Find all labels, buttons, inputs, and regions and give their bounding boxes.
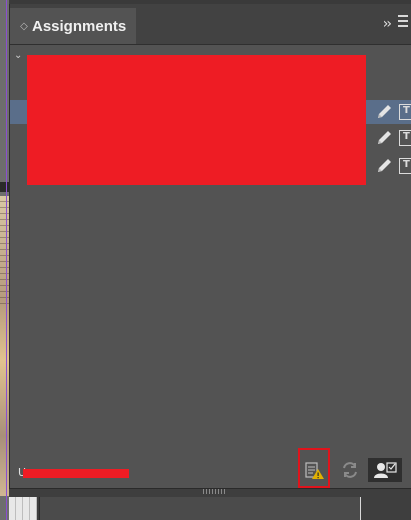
footer-redaction (23, 469, 129, 478)
pencil-icon[interactable] (374, 128, 394, 148)
canvas-guide-line (6, 0, 7, 520)
panel-title: Assignments (32, 17, 127, 35)
document-grid-lines (0, 196, 9, 306)
assignment-warning-icon (305, 462, 324, 479)
resize-grip[interactable] (203, 489, 227, 494)
user-icon (374, 462, 397, 478)
app-window: ◇ Assignments ›› ⌄ T T T (0, 0, 411, 520)
collapse-chevrons-icon[interactable]: ›› (383, 16, 392, 32)
panel-menu-icon[interactable] (398, 15, 408, 29)
tab-grip-icon: ◇ (20, 20, 28, 32)
document-area (39, 497, 361, 520)
assignment-warning-button[interactable] (298, 448, 330, 488)
text-frame-icon[interactable] (399, 130, 411, 146)
chevron-down-icon[interactable]: ⌄ (14, 50, 22, 61)
document-preview-strip (9, 497, 37, 520)
canvas-marker (0, 182, 9, 192)
redaction-block (27, 55, 366, 185)
user-assign-button[interactable] (368, 458, 402, 482)
tab-assignments[interactable]: ◇ Assignments (10, 8, 136, 44)
pencil-icon[interactable] (374, 102, 394, 122)
bottom-dock (9, 488, 411, 520)
document-canvas-edge (0, 0, 9, 520)
panel-header: ◇ Assignments ›› (10, 4, 411, 45)
pencil-icon[interactable] (374, 156, 394, 176)
refresh-icon[interactable] (340, 460, 360, 480)
text-frame-icon[interactable] (399, 158, 411, 174)
text-frame-icon[interactable] (399, 104, 411, 120)
assignments-panel: ◇ Assignments ›› ⌄ T T T (9, 4, 411, 488)
